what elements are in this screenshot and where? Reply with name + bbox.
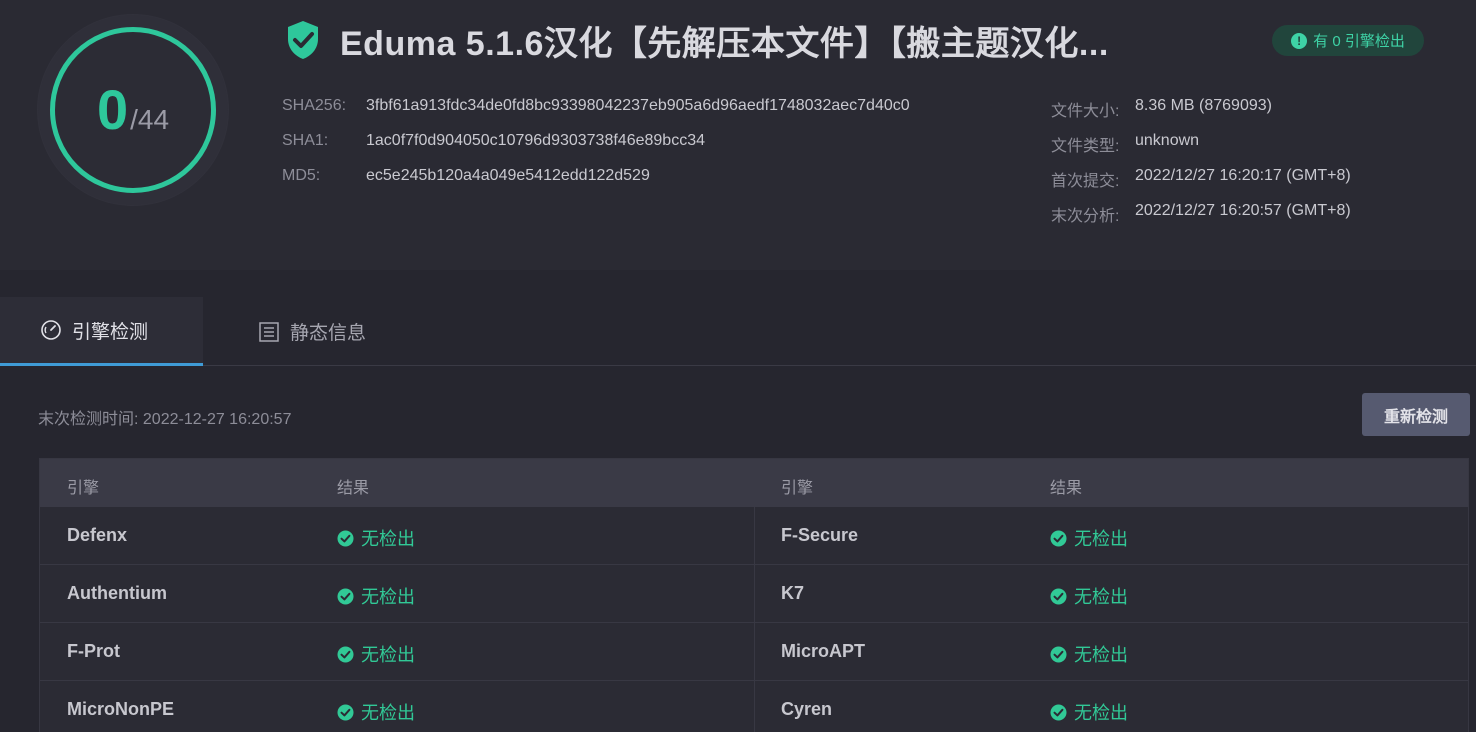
column-header-engine: 引擎 [67, 480, 100, 497]
check-circle-icon [337, 646, 354, 662]
result-text: 无检出 [1074, 645, 1128, 665]
engine-name: F-Prot [67, 641, 120, 661]
result-cell: 无检出 [1050, 525, 1128, 551]
hash-sha1: SHA1: 1ac0f7f0d904050c10796d9303738f46e8… [282, 132, 705, 149]
result-text: 无检出 [361, 587, 415, 607]
detection-score-ring: 0 /44 [38, 15, 228, 205]
result-text: 无检出 [361, 529, 415, 549]
file-title: Eduma 5.1.6汉化【先解压本文件】【搬主题汉化... [340, 24, 1109, 63]
badge-text: 有 0 引擎检出 [1313, 33, 1405, 50]
engine-name: K7 [781, 583, 805, 603]
detection-status-badge: ! 有 0 引擎检出 [1272, 25, 1424, 56]
tab-label: 静态信息 [290, 323, 367, 344]
result-text: 无检出 [361, 703, 415, 723]
result-cell: 无检出 [337, 641, 415, 667]
file-summary-header: 0 /44 Eduma 5.1.6汉化【先解压本文件】【搬主题汉化... ! 有… [0, 0, 1476, 270]
last-check-time: 末次检测时间: 2022-12-27 16:20:57 [38, 411, 292, 428]
hash-md5: MD5: ec5e245b120a4a049e5412edd122d529 [282, 167, 650, 184]
meta-file-size: 文件大小: 8.36 MB (8769093) [1051, 97, 1272, 120]
table-row: MicroNonPE 无检出 Cyren 无检出 [40, 681, 1468, 732]
engine-name: Cyren [781, 699, 833, 719]
result-cell: 无检出 [337, 583, 415, 609]
engine-total: /44 [130, 104, 170, 135]
meta-first-submitted: 首次提交: 2022/12/27 16:20:17 (GMT+8) [1051, 167, 1351, 190]
tab-bar: 引擎检测 静态信息 [0, 297, 1476, 366]
engine-name: MicroAPT [781, 641, 866, 661]
detection-score: 0 /44 [97, 82, 169, 138]
check-circle-icon [337, 530, 354, 546]
column-header-engine: 引擎 [781, 480, 814, 497]
result-cell: 无检出 [1050, 699, 1128, 725]
table-row: F-Prot 无检出 MicroAPT 无检出 [40, 623, 1468, 681]
check-circle-icon [1050, 530, 1067, 546]
check-circle-icon [337, 704, 354, 720]
column-header-result: 结果 [1050, 480, 1083, 497]
alert-icon: ! [1291, 32, 1308, 49]
engine-name: F-Secure [781, 525, 859, 545]
table-header: 引擎 结果 引擎 结果 [40, 459, 1468, 507]
meta-file-type: 文件类型: unknown [1051, 132, 1200, 155]
result-cell: 无检出 [337, 699, 415, 725]
result-text: 无检出 [361, 645, 415, 665]
tab-label: 引擎检测 [72, 321, 149, 343]
column-header-result: 结果 [337, 480, 370, 497]
result-cell: 无检出 [1050, 641, 1128, 667]
rescan-button[interactable]: 重新检测 [1362, 393, 1470, 436]
hash-sha256: SHA256: 3fbf61a913fdc34de0fd8bc933980422… [282, 97, 910, 114]
check-circle-icon [1050, 588, 1067, 604]
meta-last-analyzed: 末次分析: 2022/12/27 16:20:57 (GMT+8) [1051, 202, 1351, 225]
tab-static-info[interactable]: 静态信息 [258, 297, 418, 366]
result-text: 无检出 [1074, 703, 1128, 723]
table-row: Authentium 无检出 K7 无检出 [40, 565, 1468, 623]
result-cell: 无检出 [1050, 583, 1128, 609]
title-row: Eduma 5.1.6汉化【先解压本文件】【搬主题汉化... [286, 18, 1109, 63]
engine-name: Authentium [67, 583, 167, 603]
document-list-icon [259, 321, 279, 342]
table-body: Defenx 无检出 F-Secure 无检出 Authentium 无检出 K… [40, 507, 1468, 732]
result-cell: 无检出 [337, 525, 415, 551]
tab-engine-detection[interactable]: 引擎检测 [0, 297, 203, 366]
shield-check-icon [288, 21, 318, 59]
table-row: Defenx 无检出 F-Secure 无检出 [40, 507, 1468, 565]
check-circle-icon [1050, 704, 1067, 720]
engine-results-table: 引擎 结果 引擎 结果 Defenx 无检出 F-Secure 无检出 Auth… [39, 458, 1469, 732]
detected-count: 0 [96, 78, 129, 141]
check-circle-icon [337, 588, 354, 604]
check-circle-icon [1050, 646, 1067, 662]
gauge-icon [41, 320, 61, 340]
result-text: 无检出 [1074, 529, 1128, 549]
engine-name: MicroNonPE [67, 699, 175, 719]
result-text: 无检出 [1074, 587, 1128, 607]
engine-name: Defenx [67, 525, 128, 545]
